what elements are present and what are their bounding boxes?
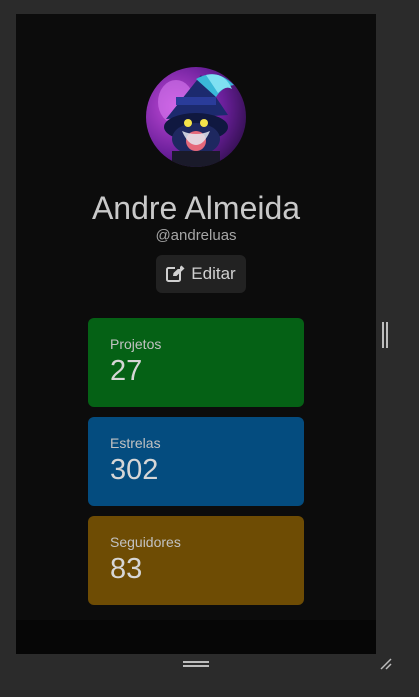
avatar — [146, 67, 246, 167]
app-window: Andre Almeida @andreluas Editar Projetos… — [16, 14, 376, 654]
vertical-resize-handle[interactable] — [382, 322, 388, 348]
avatar-image — [146, 67, 246, 167]
pencil-square-icon — [166, 265, 186, 283]
profile-panel: Andre Almeida @andreluas Editar Projetos… — [16, 14, 376, 620]
bottom-bar — [16, 620, 376, 654]
stat-label: Seguidores — [110, 534, 181, 550]
stat-label: Projetos — [110, 336, 162, 352]
edit-button[interactable]: Editar — [156, 255, 246, 293]
stat-card-stars: Estrelas 302 — [88, 417, 304, 506]
stat-value: 83 — [110, 553, 143, 585]
stat-label: Estrelas — [110, 435, 161, 451]
resize-grip-icon[interactable] — [379, 657, 393, 671]
edit-button-label: Editar — [191, 264, 236, 283]
stat-card-projects: Projetos 27 — [88, 318, 304, 407]
stat-value: 27 — [110, 355, 143, 387]
horizontal-resize-handle[interactable] — [183, 661, 209, 667]
stat-value: 302 — [110, 454, 159, 486]
profile-name: Andre Almeida — [91, 190, 301, 226]
stat-card-followers: Seguidores 83 — [88, 516, 304, 605]
profile-handle: @andreluas — [155, 227, 237, 244]
